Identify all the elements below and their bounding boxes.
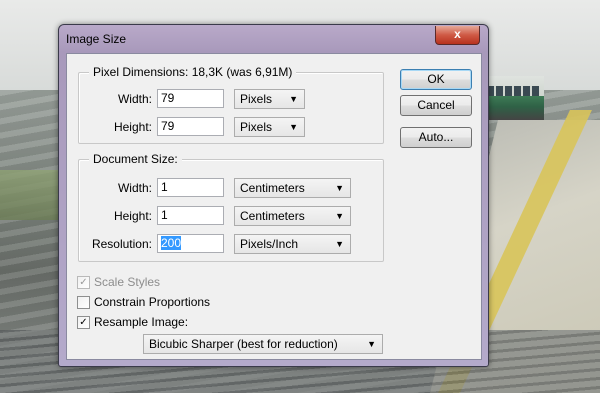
constrain-proportions-checkbox[interactable]: Constrain Proportions bbox=[77, 295, 227, 309]
background-train-windows bbox=[487, 86, 539, 96]
pixel-height-unit-select[interactable]: Pixels ▼ bbox=[234, 117, 305, 137]
pixel-dimensions-group: Pixel Dimensions: 18,3K (was 6,91M) Widt… bbox=[78, 65, 384, 144]
pixel-width-label: Width: bbox=[117, 92, 152, 106]
scale-styles-checkbox[interactable]: ✓ Scale Styles bbox=[77, 275, 227, 289]
dialog-title: Image Size bbox=[66, 32, 127, 46]
resolution-unit-select[interactable]: Pixels/Inch ▼ bbox=[234, 234, 351, 254]
chevron-down-icon: ▼ bbox=[335, 211, 344, 221]
pixel-width-unit-select[interactable]: Pixels ▼ bbox=[234, 89, 305, 109]
document-height-unit-select[interactable]: Centimeters ▼ bbox=[234, 206, 351, 226]
pixel-width-input[interactable]: 79 bbox=[157, 89, 224, 108]
cancel-button[interactable]: Cancel bbox=[400, 95, 472, 116]
chevron-down-icon: ▼ bbox=[289, 122, 298, 132]
document-width-unit-value: Centimeters bbox=[240, 181, 305, 195]
pixel-height-input[interactable]: 79 bbox=[157, 117, 224, 136]
close-icon: x bbox=[454, 27, 461, 41]
pixel-width-unit-value: Pixels bbox=[240, 92, 273, 106]
auto-button[interactable]: Auto... bbox=[400, 127, 472, 148]
image-size-dialog: Image Size x Pixel Dimensions: 18,3K (wa… bbox=[58, 24, 489, 367]
background-train bbox=[482, 76, 544, 120]
ok-button[interactable]: OK bbox=[400, 69, 472, 90]
document-width-input[interactable]: 1 bbox=[157, 178, 224, 197]
chevron-down-icon: ▼ bbox=[335, 239, 344, 249]
document-size-group: Document Size: Width: 1 Centimeters ▼ He… bbox=[78, 152, 384, 262]
dialog-titlebar[interactable]: Image Size x bbox=[59, 25, 488, 52]
document-height-label: Height: bbox=[113, 209, 152, 223]
resample-method-value: Bicubic Sharper (best for reduction) bbox=[149, 337, 338, 351]
resample-method-select[interactable]: Bicubic Sharper (best for reduction) ▼ bbox=[143, 334, 383, 354]
pixel-height-label: Height: bbox=[113, 120, 152, 134]
scale-styles-label: Scale Styles bbox=[94, 275, 161, 289]
resample-image-label: Resample Image: bbox=[94, 315, 189, 329]
chevron-down-icon: ▼ bbox=[289, 94, 298, 104]
resample-image-checkbox[interactable]: ✓ Resample Image: bbox=[77, 315, 227, 329]
resolution-input[interactable]: 200 bbox=[157, 234, 224, 253]
document-width-unit-select[interactable]: Centimeters ▼ bbox=[234, 178, 351, 198]
document-height-unit-value: Centimeters bbox=[240, 209, 305, 223]
chevron-down-icon: ▼ bbox=[335, 183, 344, 193]
checkmark-icon: ✓ bbox=[77, 316, 90, 329]
checkbox-empty-icon bbox=[77, 296, 90, 309]
pixel-height-unit-value: Pixels bbox=[240, 120, 273, 134]
dialog-body: Pixel Dimensions: 18,3K (was 6,91M) Widt… bbox=[66, 53, 482, 360]
constrain-proportions-label: Constrain Proportions bbox=[94, 295, 211, 309]
chevron-down-icon: ▼ bbox=[367, 339, 376, 349]
checkmark-icon: ✓ bbox=[77, 276, 90, 289]
document-width-label: Width: bbox=[117, 181, 152, 195]
document-height-input[interactable]: 1 bbox=[157, 206, 224, 225]
resolution-label: Resolution: bbox=[91, 237, 152, 251]
resolution-unit-value: Pixels/Inch bbox=[240, 237, 299, 251]
close-button[interactable]: x bbox=[435, 26, 480, 45]
document-size-legend: Document Size: bbox=[89, 152, 182, 166]
pixel-dimensions-legend: Pixel Dimensions: 18,3K (was 6,91M) bbox=[89, 65, 297, 79]
